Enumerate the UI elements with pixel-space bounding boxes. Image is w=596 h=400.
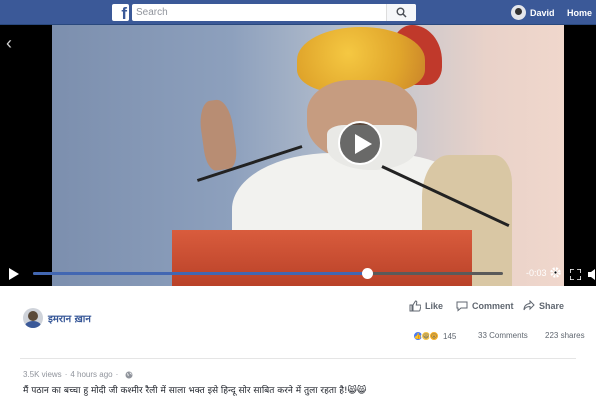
- post-actions: Like Comment Share: [400, 300, 590, 316]
- reactions-summary[interactable]: 👍 😆 😮 145: [413, 331, 456, 341]
- search-input[interactable]: [132, 4, 386, 21]
- post-caption: मैं पठान का बच्चा हु मोदी जी कश्मीर रैली…: [23, 386, 367, 396]
- divider: [20, 358, 576, 359]
- progress-knob[interactable]: [361, 268, 373, 279]
- comments-count[interactable]: 33 Comments: [478, 331, 528, 340]
- search-box: [132, 4, 416, 21]
- wow-reaction-icon: 😮: [429, 331, 439, 341]
- back-arrow-icon[interactable]: ‹: [6, 33, 12, 54]
- play-button[interactable]: [338, 121, 382, 165]
- share-icon: [523, 300, 535, 311]
- facebook-logo-icon[interactable]: f: [112, 4, 129, 23]
- comment-button[interactable]: Comment: [456, 300, 514, 312]
- post-author[interactable]: इमरान ख़ान: [23, 308, 91, 328]
- play-icon: [9, 268, 19, 280]
- video-frame[interactable]: [52, 25, 564, 286]
- gear-icon: [550, 267, 561, 278]
- share-button[interactable]: Share: [523, 300, 564, 312]
- speaker-hand: [197, 98, 239, 172]
- fullscreen-icon: [569, 268, 582, 281]
- views-count: 3.5K views: [23, 370, 62, 379]
- profile-link[interactable]: David: [511, 4, 555, 21]
- search-icon: [396, 7, 407, 18]
- play-icon: [355, 134, 372, 154]
- separator-dot: ·: [115, 370, 119, 379]
- fullscreen-button[interactable]: [569, 267, 582, 285]
- video-player[interactable]: ‹ -0:03: [0, 25, 596, 286]
- post-stats: 👍 😆 😮 145 33 Comments 223 shares: [413, 331, 593, 343]
- progress-fill: [33, 272, 367, 275]
- play-pause-button[interactable]: [9, 267, 19, 285]
- home-link[interactable]: Home: [567, 8, 592, 18]
- time-remaining: -0:03: [526, 268, 547, 278]
- comment-icon: [456, 301, 468, 312]
- video-controls: -0:03: [0, 261, 596, 286]
- thumbs-up-icon: [409, 300, 421, 312]
- reaction-count: 145: [443, 331, 457, 341]
- author-avatar[interactable]: [23, 308, 43, 328]
- progress-bar[interactable]: [33, 268, 503, 279]
- search-button[interactable]: [386, 4, 416, 21]
- avatar: [511, 5, 526, 20]
- profile-name: David: [530, 7, 555, 18]
- top-navigation-bar: f David Home: [0, 0, 596, 25]
- post-meta: 3.5K views · 4 hours ago ·: [23, 370, 133, 379]
- globe-icon: [125, 371, 133, 378]
- volume-button[interactable]: [588, 267, 596, 285]
- post-time[interactable]: 4 hours ago: [70, 370, 112, 379]
- author-name[interactable]: इमरान ख़ान: [48, 311, 91, 325]
- settings-button[interactable]: [549, 266, 562, 284]
- shares-count[interactable]: 223 shares: [545, 331, 585, 340]
- share-label: Share: [539, 301, 565, 311]
- comment-label: Comment: [472, 301, 514, 311]
- volume-icon: [588, 269, 595, 280]
- like-label: Like: [425, 301, 444, 311]
- separator-dot: ·: [64, 370, 68, 379]
- like-button[interactable]: Like: [409, 300, 443, 312]
